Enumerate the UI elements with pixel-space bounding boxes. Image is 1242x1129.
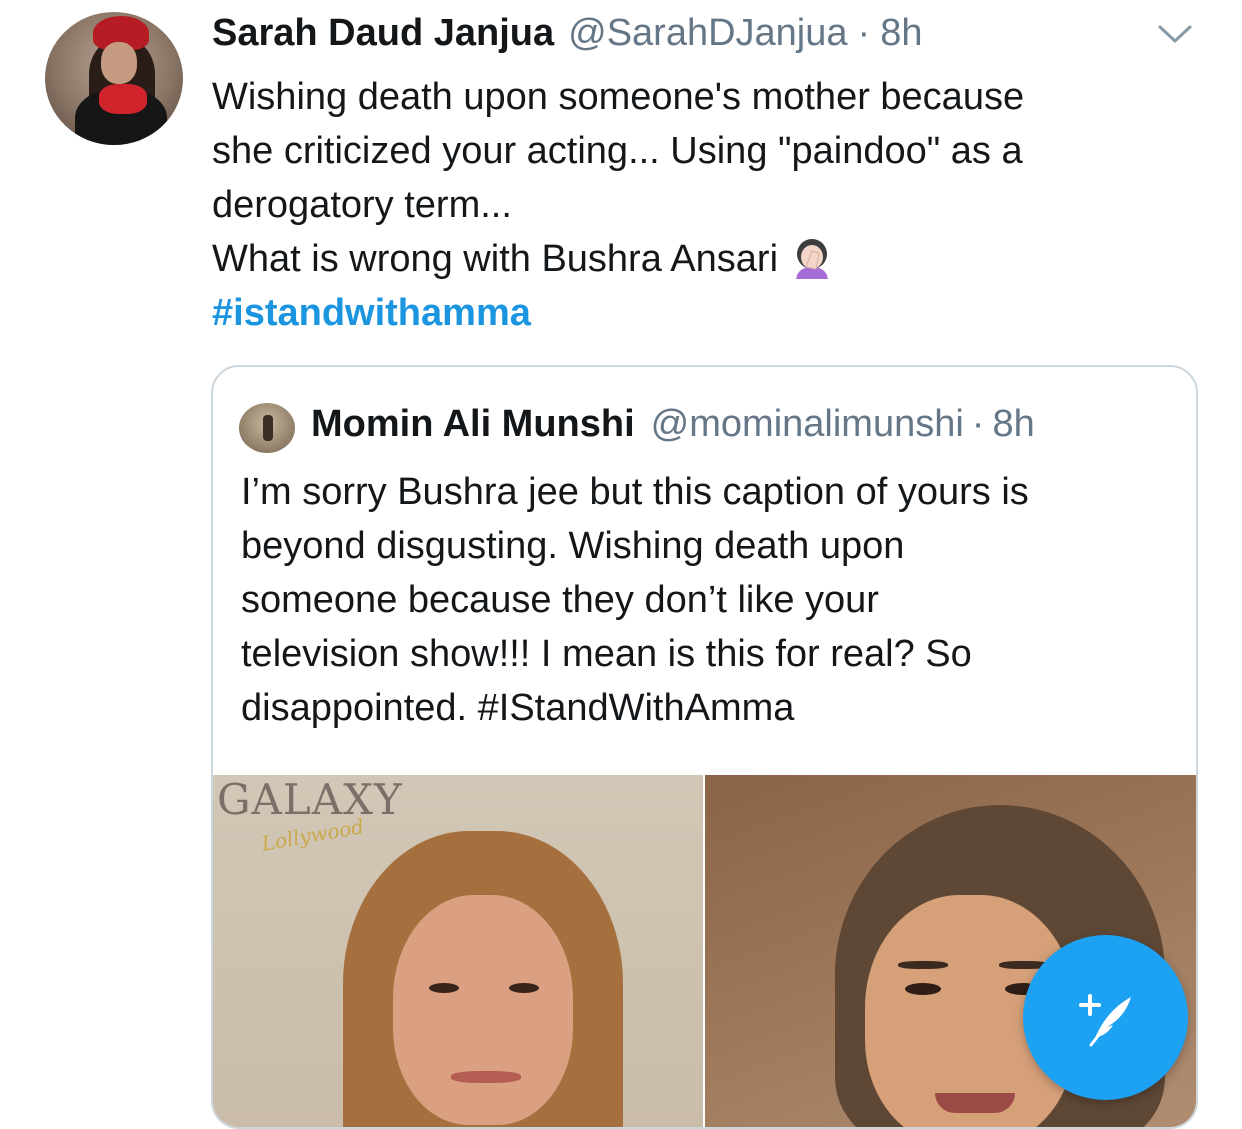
header-separator: · (971, 403, 985, 445)
author-name[interactable]: Sarah Daud Janjua (212, 12, 554, 55)
author-handle[interactable]: @SarahDJanjua (568, 12, 847, 55)
tweet-text-line: What is wrong with Bushra Ansari (212, 238, 779, 280)
tweet-text-line-with-emoji: What is wrong with Bushra Ansari (212, 232, 1202, 286)
quoted-author-avatar (239, 403, 295, 453)
media-photo-left: GALAXY Lollywood (213, 775, 703, 1127)
compose-tweet-button[interactable] (1023, 935, 1188, 1100)
face-palm-woman-emoji (796, 239, 829, 279)
author-avatar[interactable] (45, 12, 183, 145)
tweet-text-line: she criticized your acting... Using "pai… (212, 130, 1023, 172)
tweet-header: Sarah Daud Janjua @SarahDJanjua · 8h (212, 12, 922, 58)
chevron-down-icon[interactable] (1156, 22, 1194, 46)
quoted-tweet-text: I’m sorry Bushra jee but this caption of… (241, 465, 1181, 735)
tweet-text-line: derogatory term... (212, 184, 512, 226)
quoted-text-line: disappointed. #IStandWithAmma (241, 687, 795, 729)
tweet-timestamp[interactable]: 8h (880, 12, 922, 55)
quoted-tweet-header: Momin Ali Munshi @mominalimunshi · 8h (311, 403, 1035, 446)
media-watermark: GALAXY (217, 775, 403, 824)
tweet-text-line: Wishing death upon someone's mother beca… (212, 76, 1025, 118)
quoted-text-line: I’m sorry Bushra jee but this caption of… (241, 471, 1029, 513)
tweet-text: Wishing death upon someone's mother beca… (212, 70, 1202, 340)
quoted-text-line: someone because they don’t like your (241, 579, 879, 621)
quoted-tweet-timestamp: 8h (992, 403, 1035, 445)
quoted-text-line: television show!!! I mean is this for re… (241, 633, 972, 675)
header-separator: · (857, 12, 871, 54)
hashtag-link[interactable]: #istandwithamma (212, 286, 1202, 340)
quoted-author-handle: @mominalimunshi (650, 403, 964, 445)
quoted-text-line: beyond disgusting. Wishing death upon (241, 525, 905, 567)
compose-tweet-icon (1078, 993, 1131, 1046)
quoted-author-name: Momin Ali Munshi (311, 403, 635, 445)
